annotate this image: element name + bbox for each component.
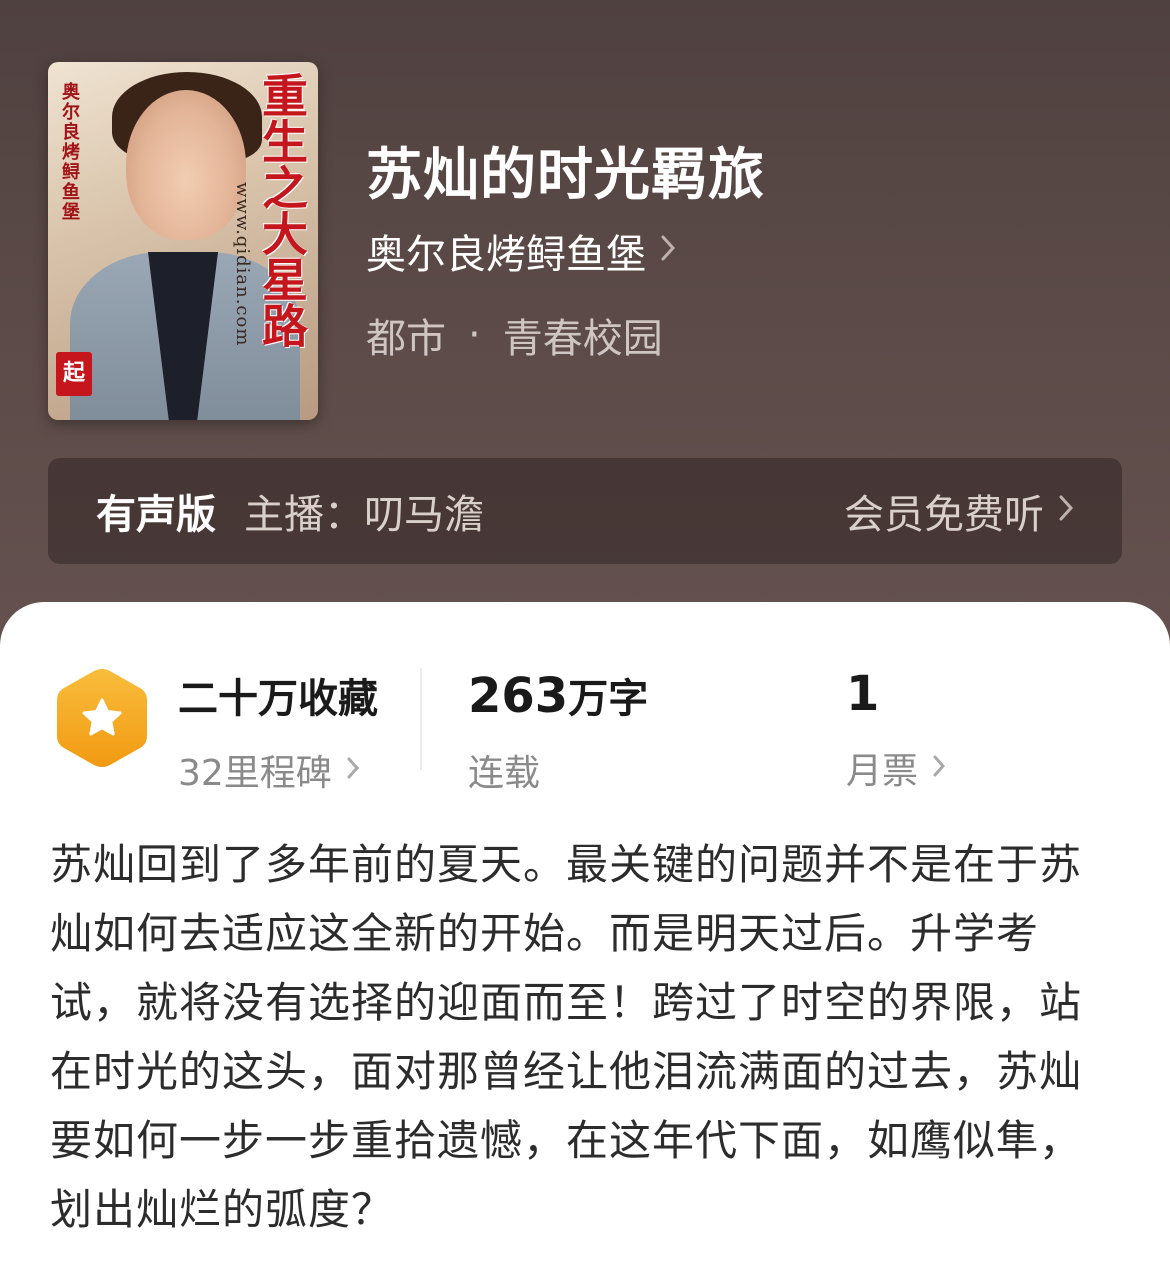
cover-seal: 起 xyxy=(56,352,92,396)
monthly-ticket-count: 1 xyxy=(846,666,946,722)
author-link[interactable]: 奥尔良烤鲟鱼堡 xyxy=(366,222,676,280)
chevron-right-icon xyxy=(932,751,946,786)
chevron-right-icon xyxy=(346,753,360,788)
cover-author-text: 奥尔良烤鲟鱼堡 xyxy=(59,82,80,222)
milestone-label: 32里程碑 xyxy=(178,753,332,794)
audio-label: 有声版 xyxy=(96,492,216,538)
book-cover[interactable]: 奥尔良烤鲟鱼堡 www.qidian.com 重生之大星路 起 xyxy=(48,62,318,420)
book-title: 苏灿的时光羁旅 xyxy=(366,143,765,208)
monthly-ticket-label: 月票 xyxy=(846,751,919,792)
favorites-stat[interactable]: 二十万收藏 32里程碑 xyxy=(178,666,378,796)
cover-title-text: 重生之大星路 xyxy=(255,72,309,348)
star-badge-icon[interactable] xyxy=(54,666,150,770)
cover-url-text: www.qidian.com xyxy=(232,182,253,347)
book-description[interactable]: 苏灿回到了多年前的夏天。最关键的问题并不是在于苏灿如何去适应这全新的开始。而是明… xyxy=(50,830,1120,1244)
monthly-ticket-number: 1 xyxy=(846,666,880,722)
stat-divider xyxy=(420,668,422,770)
audio-version-bar[interactable]: 有声版 主播：叨马澹 会员免费听 xyxy=(48,458,1122,564)
book-header: 奥尔良烤鲟鱼堡 www.qidian.com 重生之大星路 起 苏灿的时光羁旅 … xyxy=(0,0,1170,660)
tag-separator: · xyxy=(468,312,481,358)
serial-status-label: 连载 xyxy=(468,753,541,794)
tag-subcategory[interactable]: 青春校园 xyxy=(503,306,663,364)
author-name: 奥尔良烤鲟鱼堡 xyxy=(366,232,646,278)
chevron-right-icon xyxy=(1058,492,1074,530)
cover-figure-face xyxy=(126,90,246,240)
word-count: 263 万字 xyxy=(468,666,648,724)
monthly-ticket-stat[interactable]: 1 月票 xyxy=(846,666,946,794)
monthly-ticket-link[interactable]: 月票 xyxy=(846,742,946,794)
milestone-link[interactable]: 32里程碑 xyxy=(178,744,378,796)
word-count-unit: 万字 xyxy=(568,676,649,722)
audio-host: 主播：叨马澹 xyxy=(244,492,484,538)
serial-status: 连载 xyxy=(468,744,648,796)
listen-label: 会员免费听 xyxy=(844,492,1044,538)
member-free-listen-button[interactable]: 会员免费听 xyxy=(844,482,1074,540)
book-tags: 都市 · 青春校园 xyxy=(366,306,663,364)
tag-category[interactable]: 都市 xyxy=(366,306,446,364)
favorites-count: 二十万收藏 xyxy=(178,676,378,722)
word-count-stat: 263 万字 连载 xyxy=(468,666,648,796)
chevron-right-icon xyxy=(660,232,676,270)
word-count-number: 263 xyxy=(468,668,569,724)
